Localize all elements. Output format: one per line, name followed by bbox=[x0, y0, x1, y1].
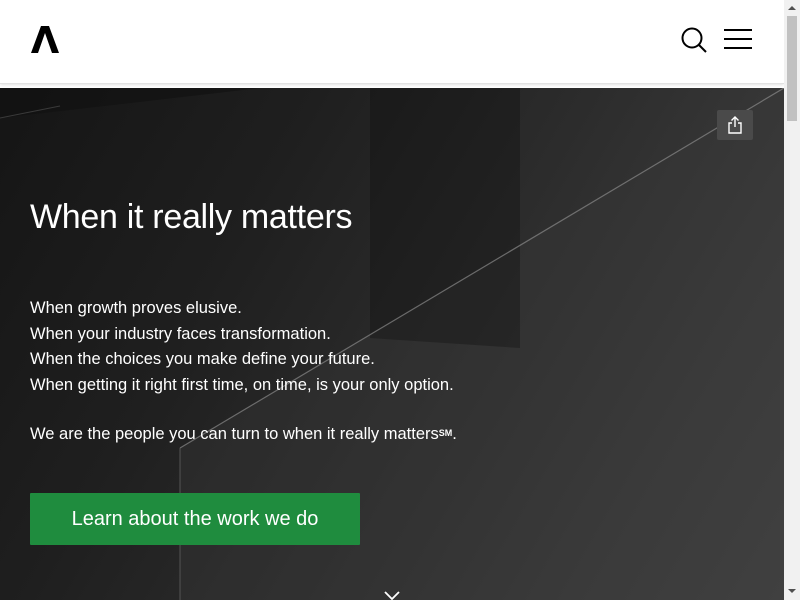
scrollbar[interactable] bbox=[784, 0, 800, 600]
hero-banner: When it really matters When growth prove… bbox=[0, 88, 784, 600]
tagline-period: . bbox=[452, 425, 457, 443]
hero-tagline: We are the people you can turn to when i… bbox=[30, 425, 457, 444]
hamburger-menu-icon[interactable] bbox=[722, 27, 754, 51]
share-button[interactable] bbox=[717, 110, 753, 140]
hero-line: When growth proves elusive. bbox=[30, 299, 242, 317]
hero-title: When it really matters bbox=[30, 198, 353, 236]
tagline-text: We are the people you can turn to when i… bbox=[30, 425, 439, 443]
hero-lines: When growth proves elusive. When your in… bbox=[30, 296, 454, 399]
chevron-down-icon[interactable] bbox=[382, 590, 402, 600]
site-header bbox=[0, 0, 784, 84]
hero-line: When the choices you make define your fu… bbox=[30, 350, 375, 369]
scrollbar-thumb[interactable] bbox=[787, 16, 797, 121]
service-mark: SM bbox=[438, 428, 453, 438]
share-icon bbox=[728, 116, 742, 134]
search-icon[interactable] bbox=[680, 26, 708, 54]
accenture-logo[interactable] bbox=[30, 24, 60, 54]
scroll-down-arrow-icon[interactable] bbox=[788, 588, 796, 594]
scroll-up-arrow-icon[interactable] bbox=[788, 5, 796, 11]
hero-line: When getting it right first time, on tim… bbox=[30, 376, 454, 395]
hero-line: When your industry faces transformation. bbox=[30, 324, 331, 343]
learn-work-button[interactable]: Learn about the work we do bbox=[30, 493, 360, 545]
